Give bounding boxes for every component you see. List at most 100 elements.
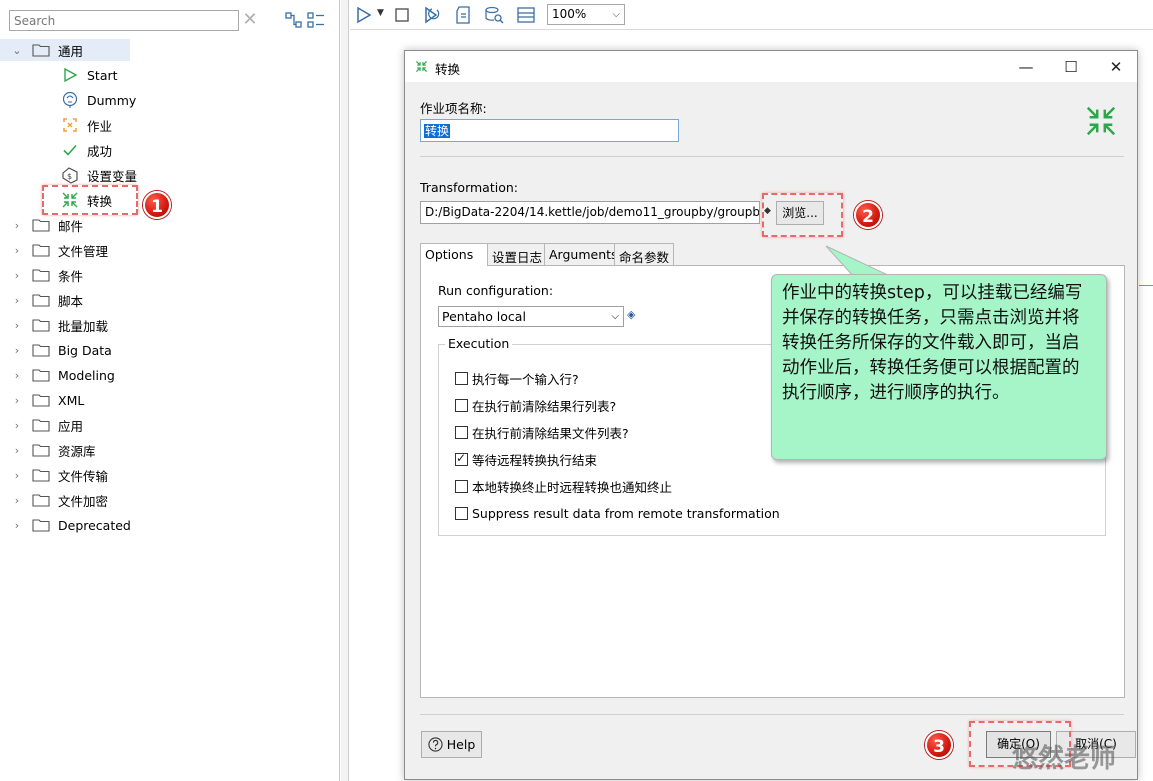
- chevron-down-icon[interactable]: ⌄: [10, 44, 24, 57]
- help-label: Help: [446, 737, 476, 752]
- option-row[interactable]: 本地转换终止时远程转换也通知终止: [455, 477, 672, 495]
- close-icon[interactable]: ✕: [1106, 57, 1126, 77]
- zoom-select[interactable]: 100% ⌵: [547, 4, 625, 25]
- replay-icon[interactable]: [422, 5, 442, 25]
- chevron-right-icon[interactable]: ›: [10, 469, 24, 482]
- chevron-right-icon[interactable]: ›: [10, 294, 24, 307]
- tree-folder[interactable]: › 批量加载: [0, 314, 108, 336]
- run-dropdown-icon[interactable]: ▼: [377, 8, 384, 18]
- run-config-label: Run configuration:: [438, 283, 554, 298]
- minimize-icon[interactable]: —: [1016, 57, 1036, 77]
- canvas-toolbar: ▼ 100% ⌵: [350, 0, 1153, 30]
- execution-legend: Execution: [445, 336, 513, 351]
- chevron-right-icon[interactable]: ›: [10, 419, 24, 432]
- divider: [420, 714, 1124, 715]
- collapse-tree-icon[interactable]: [285, 11, 303, 29]
- step-badge-3: 3: [925, 731, 953, 759]
- step-badge-2: 2: [854, 201, 882, 229]
- tree-folder[interactable]: › 文件加密: [0, 489, 108, 511]
- option-row[interactable]: Suppress result data from remote transfo…: [455, 504, 780, 522]
- option-label: 等待远程转换执行结束: [472, 452, 598, 468]
- option-row[interactable]: 等待远程转换执行结束: [455, 450, 597, 468]
- tree-folder[interactable]: › XML: [0, 389, 85, 411]
- check-job-icon[interactable]: [453, 5, 473, 25]
- checkbox[interactable]: [455, 398, 468, 412]
- run-icon[interactable]: [354, 5, 374, 25]
- option-row[interactable]: 在执行前清除结果文件列表?: [455, 423, 629, 441]
- option-row[interactable]: 在执行前清除结果行列表?: [455, 396, 616, 414]
- job-entry-name-input[interactable]: 转换: [420, 119, 679, 142]
- tree-folder[interactable]: › 资源库: [0, 439, 96, 461]
- chevron-right-icon[interactable]: ›: [10, 519, 24, 532]
- watermark: 悠然老师: [1012, 744, 1117, 774]
- chevron-right-icon[interactable]: ›: [10, 244, 24, 257]
- chevron-right-icon[interactable]: ›: [10, 269, 24, 282]
- chevron-right-icon[interactable]: ›: [10, 394, 24, 407]
- tree-folder-label: Big Data: [58, 342, 112, 358]
- expand-tree-icon[interactable]: [307, 11, 325, 29]
- tree-folder-label: 文件加密: [58, 493, 109, 509]
- divider: [420, 156, 1124, 157]
- tree-folder[interactable]: › 邮件: [0, 214, 83, 236]
- tree-folder[interactable]: › 文件管理: [0, 239, 108, 261]
- tab-arguments[interactable]: Arguments: [544, 243, 618, 265]
- explore-db-icon[interactable]: [516, 5, 536, 25]
- chevron-right-icon[interactable]: ›: [10, 369, 24, 382]
- transformation-path-input[interactable]: D:/BigData-2204/14.kettle/job/demo11_gro…: [420, 201, 760, 224]
- variable-icon[interactable]: ◈: [627, 308, 635, 321]
- folder-icon: [32, 44, 50, 57]
- checkbox[interactable]: [455, 479, 468, 493]
- tree-folder[interactable]: › 文件传输: [0, 464, 108, 486]
- panel-splitter[interactable]: [341, 0, 349, 781]
- chevron-right-icon[interactable]: ›: [10, 219, 24, 232]
- tree-folder[interactable]: › Big Data: [0, 339, 112, 361]
- step-tree-panel: ✕ ⌄ 通用 Start Dummy 作业 成功 $ 设置变量 转换: [0, 0, 340, 781]
- help-button[interactable]: Help: [421, 731, 482, 758]
- chevron-right-icon[interactable]: ›: [10, 319, 24, 332]
- tree-item-start[interactable]: Start: [0, 64, 118, 86]
- option-label: 在执行前清除结果文件列表?: [472, 425, 629, 441]
- chevron-right-icon[interactable]: ›: [10, 444, 24, 457]
- chevron-right-icon[interactable]: ›: [10, 494, 24, 507]
- tree-folder-label: XML: [58, 392, 85, 408]
- tree-item-label: 设置变量: [87, 168, 138, 184]
- tree-folder[interactable]: › Modeling: [0, 364, 115, 386]
- tree-item-job[interactable]: 作业: [0, 114, 112, 136]
- callout-pointer: [825, 245, 893, 278]
- tab-logging[interactable]: 设置日志: [487, 243, 545, 265]
- sql-search-icon[interactable]: [484, 5, 504, 25]
- option-row[interactable]: 执行每一个输入行?: [455, 369, 579, 387]
- dialog-title-bar[interactable]: 转换 — ☐ ✕: [405, 51, 1137, 82]
- checkbox-checked[interactable]: [455, 451, 468, 466]
- checkbox[interactable]: [455, 506, 468, 520]
- run-config-select[interactable]: Pentaho local ⌵: [438, 306, 624, 327]
- search-input[interactable]: [9, 10, 239, 31]
- checkbox[interactable]: [455, 371, 468, 385]
- tab-options[interactable]: Options: [420, 243, 488, 266]
- maximize-icon[interactable]: ☐: [1061, 57, 1081, 77]
- tree-item-label: 成功: [87, 143, 113, 159]
- folder-icon: [32, 319, 50, 332]
- tree-folder-label: 通用: [58, 43, 84, 59]
- tree-folder[interactable]: › 脚本: [0, 289, 83, 311]
- highlight-browse-button: [762, 193, 843, 237]
- tree-folder[interactable]: › 条件: [0, 264, 83, 286]
- tree-folder-label: 资源库: [58, 443, 96, 459]
- tree-item-set-variable[interactable]: $ 设置变量: [0, 164, 137, 186]
- stop-icon[interactable]: [392, 5, 412, 25]
- folder-icon: [32, 369, 50, 382]
- help-icon: [428, 737, 443, 752]
- clear-search-icon[interactable]: ✕: [241, 9, 259, 31]
- tree-item-success[interactable]: 成功: [0, 139, 112, 161]
- tree-item-dummy[interactable]: Dummy: [0, 89, 136, 111]
- tree-folder-general[interactable]: ⌄ 通用: [0, 39, 130, 61]
- explanation-callout: 作业中的转换step，可以挂载已经编写并保存的转换任务，只需点击浏览并将转换任务…: [771, 274, 1107, 460]
- folder-icon: [32, 344, 50, 357]
- tab-named-params[interactable]: 命名参数: [614, 243, 674, 265]
- chevron-right-icon[interactable]: ›: [10, 344, 24, 357]
- tree-folder[interactable]: › 应用: [0, 414, 83, 436]
- tree-folder[interactable]: › Deprecated: [0, 514, 131, 536]
- set-variable-icon: $: [61, 166, 79, 184]
- highlight-transformation-item: [42, 185, 138, 215]
- checkbox[interactable]: [455, 425, 468, 439]
